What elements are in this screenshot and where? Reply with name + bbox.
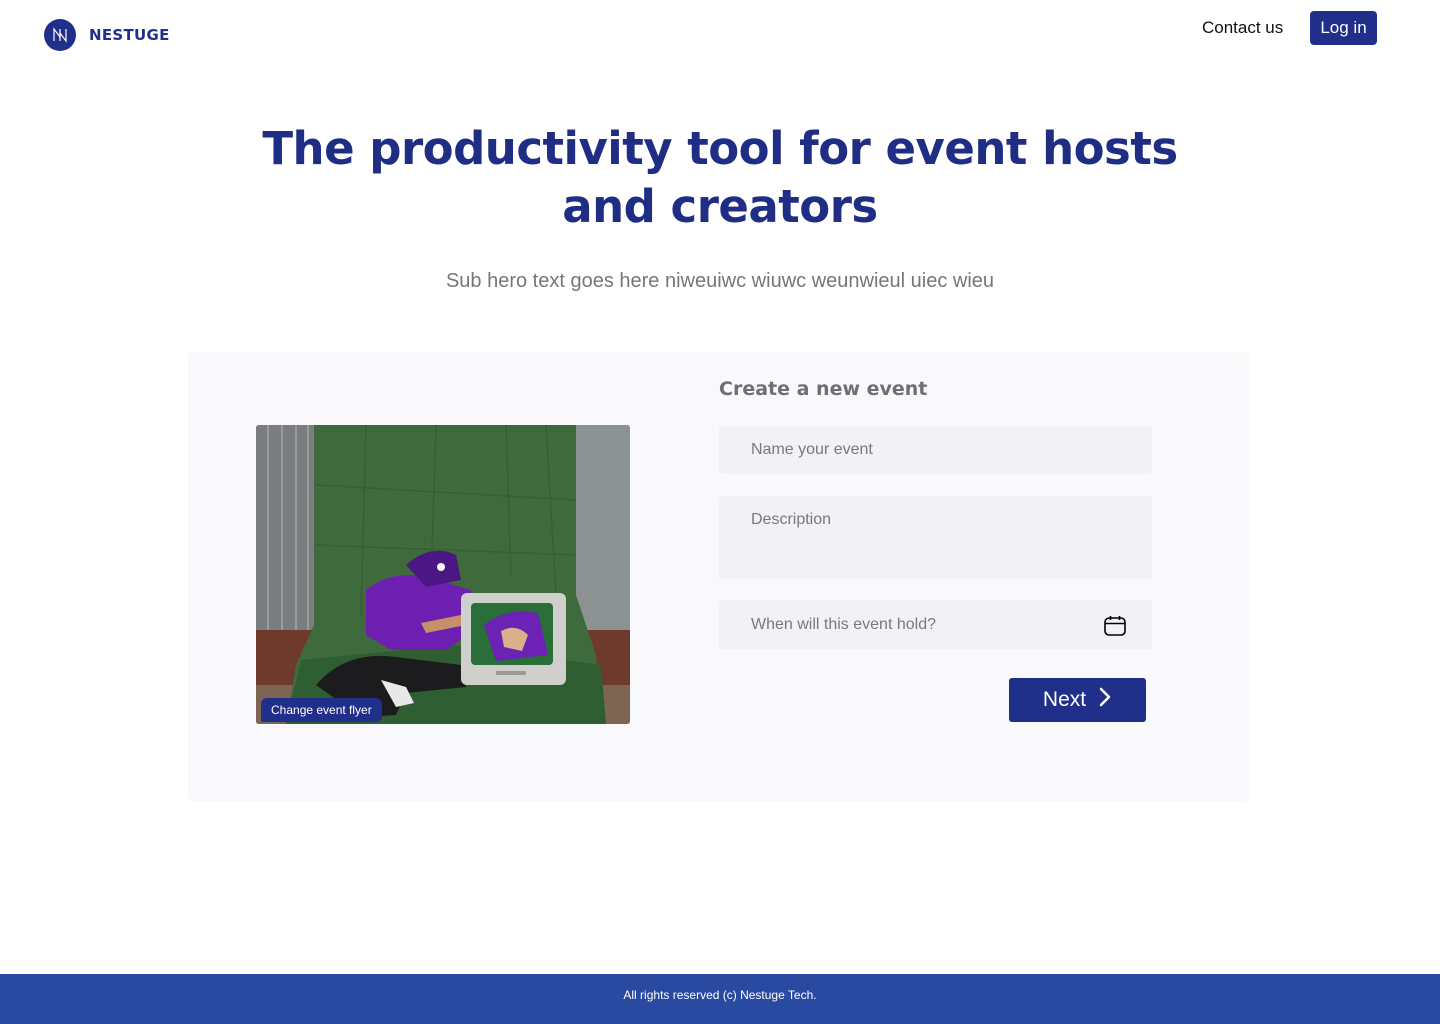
form-title: Create a new event xyxy=(719,378,928,400)
event-name-input[interactable] xyxy=(719,426,1152,474)
brand-name: NESTUGE xyxy=(89,26,170,44)
flyer-image xyxy=(256,425,630,724)
event-date-input[interactable] xyxy=(719,600,1152,649)
brand-logo[interactable]: NESTUGE xyxy=(44,19,170,51)
logo-icon xyxy=(44,19,76,51)
next-button-label: Next xyxy=(1042,688,1087,711)
contact-us-link[interactable]: Contact us xyxy=(1202,18,1283,38)
calendar-icon[interactable] xyxy=(1103,614,1127,638)
change-flyer-button[interactable]: Change event flyer xyxy=(261,698,382,722)
event-description-input[interactable] xyxy=(719,496,1152,579)
hero-title: The productivity tool for event hosts an… xyxy=(262,122,1178,233)
chevron-right-icon xyxy=(1098,686,1112,714)
footer-copyright: All rights reserved (c) Nestuge Tech. xyxy=(623,988,817,1002)
create-event-card: Change event flyer Create a new event Ne… xyxy=(188,352,1249,801)
event-flyer[interactable]: Change event flyer xyxy=(256,425,630,724)
footer: All rights reserved (c) Nestuge Tech. xyxy=(0,974,1440,1024)
login-button[interactable]: Log in xyxy=(1310,11,1377,45)
next-button[interactable]: Next xyxy=(1009,678,1146,722)
hero-subtitle: Sub hero text goes here niweuiwc wiuwc w… xyxy=(445,270,995,292)
